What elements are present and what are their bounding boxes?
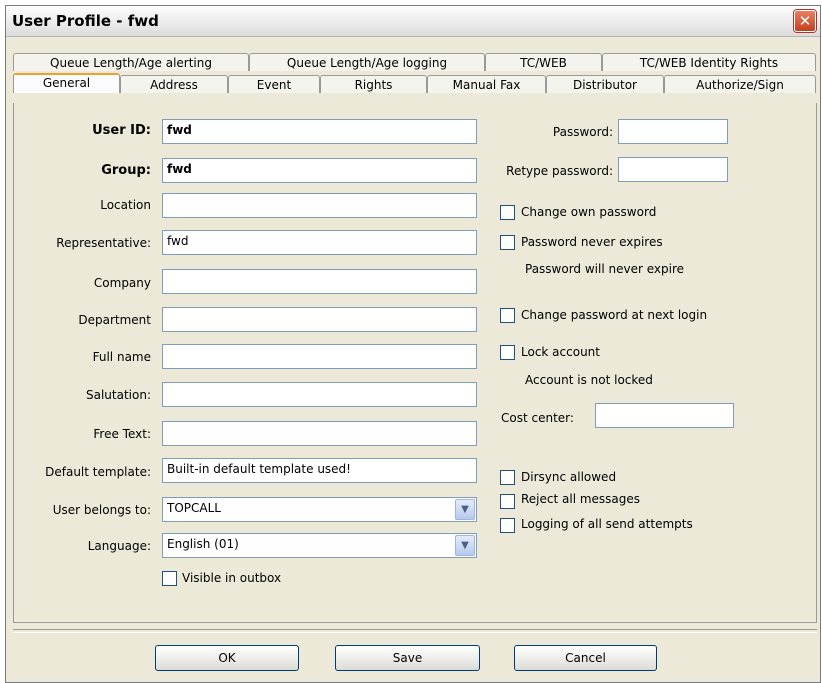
department-label: Department	[78, 313, 151, 327]
user-belongs-to-value: TOPCALL	[167, 501, 221, 515]
user-id-field[interactable]: fwd	[162, 119, 477, 144]
password-label: Password:	[552, 125, 613, 139]
full-name-field[interactable]	[162, 344, 477, 369]
user-belongs-to-select[interactable]: TOPCALL ▼	[162, 497, 477, 522]
cost-center-label: Cost center:	[501, 411, 574, 425]
tab-rights[interactable]: Rights	[320, 75, 427, 93]
tab-tc-web-identity-rights[interactable]: TC/WEB Identity Rights	[602, 53, 816, 71]
logging-all-send-attempts-checkbox[interactable]	[500, 518, 515, 533]
salutation-label: Salutation:	[86, 388, 151, 402]
tab-tc-web[interactable]: TC/WEB	[485, 53, 602, 71]
user-belongs-to-label: User belongs to:	[52, 503, 151, 517]
reject-all-messages-checkbox[interactable]	[500, 494, 515, 509]
location-label: Location	[100, 198, 151, 212]
retype-password-label: Retype password:	[506, 164, 613, 178]
tab-queue-length-age-logging[interactable]: Queue Length/Age logging	[249, 53, 485, 71]
tab-event[interactable]: Event	[228, 75, 320, 93]
password-never-expires-label: Password never expires	[521, 235, 663, 249]
language-select[interactable]: English (01) ▼	[162, 533, 477, 558]
retype-password-field[interactable]	[618, 157, 728, 182]
full-name-label: Full name	[92, 350, 151, 364]
password-field[interactable]	[618, 119, 728, 144]
default-template-field: Built-in default template used!	[162, 458, 477, 483]
save-button[interactable]: Save	[335, 645, 480, 671]
reject-all-messages-label: Reject all messages	[521, 492, 641, 506]
visible-in-outbox-checkbox[interactable]	[162, 571, 177, 586]
lock-account-checkbox[interactable]	[500, 345, 515, 360]
company-label: Company	[93, 276, 151, 290]
cancel-button[interactable]: Cancel	[514, 645, 657, 671]
password-expiry-status: Password will never expire	[525, 262, 684, 276]
change-own-password-checkbox[interactable]	[500, 205, 515, 220]
department-field[interactable]	[162, 307, 477, 332]
tab-queue-length-age-alerting[interactable]: Queue Length/Age alerting	[13, 53, 249, 71]
dirsync-allowed-label: Dirsync allowed	[521, 470, 617, 484]
company-field[interactable]	[162, 269, 477, 294]
free-text-field[interactable]	[162, 421, 477, 446]
tab-general[interactable]: General	[13, 73, 120, 93]
lock-account-label: Lock account	[521, 345, 600, 359]
tab-manual-fax[interactable]: Manual Fax	[427, 75, 546, 93]
chevron-down-icon[interactable]: ▼	[455, 535, 475, 556]
language-value: English (01)	[167, 537, 239, 551]
ok-button[interactable]: OK	[155, 645, 299, 671]
tab-distributor[interactable]: Distributor	[546, 75, 664, 93]
visible-in-outbox-label: Visible in outbox	[182, 571, 282, 585]
language-label: Language:	[87, 539, 151, 553]
default-template-label: Default template:	[45, 465, 151, 479]
representative-field[interactable]: fwd	[162, 230, 477, 255]
user-id-label: User ID:	[92, 123, 151, 138]
location-field[interactable]	[162, 193, 477, 218]
change-password-next-login-label: Change password at next login	[521, 308, 708, 322]
tab-authorize-sign[interactable]: Authorize/Sign	[664, 75, 816, 93]
logging-all-send-attempts-label: Logging of all send attempts	[521, 517, 693, 531]
group-field[interactable]: fwd	[162, 158, 477, 183]
title-bar[interactable]: User Profile - fwd ✕	[6, 6, 820, 37]
group-label: Group:	[101, 163, 151, 178]
password-never-expires-checkbox[interactable]	[500, 235, 515, 250]
window-title: User Profile - fwd	[12, 12, 159, 30]
close-icon[interactable]: ✕	[794, 10, 816, 32]
representative-label: Representative:	[56, 236, 151, 250]
tab-address[interactable]: Address	[120, 75, 228, 93]
cost-center-field[interactable]	[595, 403, 734, 428]
free-text-label: Free Text:	[93, 427, 151, 441]
user-profile-window: User Profile - fwd ✕ Queue Length/Age al…	[5, 5, 821, 683]
salutation-field[interactable]	[162, 382, 477, 407]
change-own-password-label: Change own password	[521, 205, 657, 219]
dirsync-allowed-checkbox[interactable]	[500, 470, 515, 485]
footer-separator	[13, 629, 817, 633]
account-lock-status: Account is not locked	[525, 373, 653, 387]
change-password-next-login-checkbox[interactable]	[500, 308, 515, 323]
chevron-down-icon[interactable]: ▼	[455, 499, 475, 520]
